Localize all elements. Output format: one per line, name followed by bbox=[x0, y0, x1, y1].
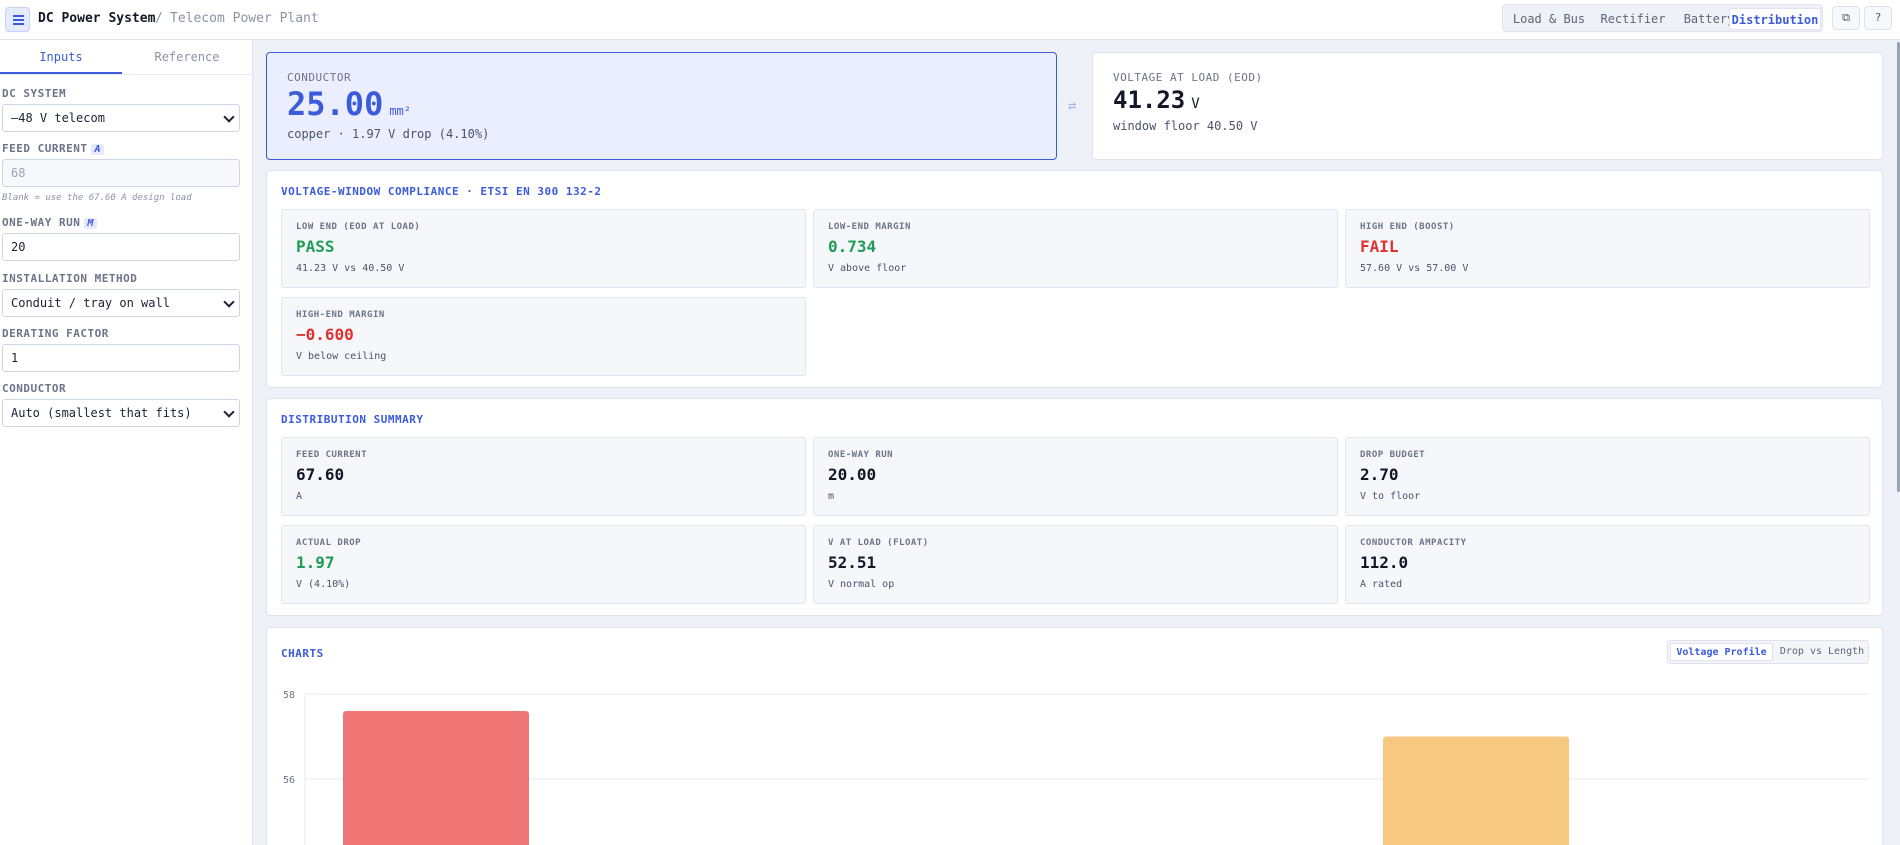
summary-tile: CONDUCTOR AMPACITY 112.0 A rated bbox=[1345, 525, 1870, 604]
sidebar-tab-inputs[interactable]: Inputs bbox=[0, 40, 122, 74]
one-way-run-input[interactable]: 20 bbox=[2, 233, 240, 261]
tile-label: ACTUAL DROP bbox=[296, 538, 362, 548]
conductor-value: Auto (smallest that fits) bbox=[11, 406, 192, 420]
tile-label: LOW END (EOD AT LOAD) bbox=[296, 222, 421, 232]
voltage-kpi-unit: V bbox=[1191, 96, 1200, 112]
voltage-kpi-label: VOLTAGE AT LOAD (EOD) bbox=[1113, 71, 1263, 84]
y-tick-label: 58 bbox=[283, 690, 295, 701]
summary-tile: ONE-WAY RUN 20.00 m bbox=[813, 437, 1338, 516]
charts-panel: CHARTS Voltage Profile Drop vs Length 58… bbox=[266, 627, 1883, 845]
installation-method-select[interactable]: Conduit / tray on wall bbox=[2, 289, 240, 317]
summary-tile: V AT LOAD (FLOAT) 52.51 V normal op bbox=[813, 525, 1338, 604]
help-icon[interactable]: ? bbox=[1864, 6, 1892, 30]
installation-method-value: Conduit / tray on wall bbox=[11, 296, 170, 310]
sidebar: Inputs Reference DC SYSTEM –48 V telecom… bbox=[0, 40, 253, 845]
tile-value: 52.51 bbox=[828, 553, 877, 572]
tile-label: HIGH END (BOOST) bbox=[1360, 222, 1455, 232]
one-way-run-label: ONE-WAY RUN M bbox=[2, 216, 97, 229]
tile-value: 0.734 bbox=[828, 237, 877, 256]
tile-value: 112.0 bbox=[1360, 553, 1409, 572]
conductor-kpi-label: CONDUCTOR bbox=[287, 71, 352, 84]
tab-load-bus[interactable]: Load & Bus bbox=[1509, 8, 1589, 30]
tile-sub: V (4.10%) bbox=[296, 579, 351, 590]
module-tabs: Load & Bus Rectifier Battery Distributio… bbox=[1502, 4, 1823, 32]
chart-bar bbox=[343, 711, 529, 845]
breadcrumb-separator: / bbox=[155, 11, 163, 26]
summary-title: DISTRIBUTION SUMMARY bbox=[281, 413, 424, 426]
derating-factor-input[interactable]: 1 bbox=[2, 344, 240, 372]
voltage-profile-chart: 58 56 bbox=[283, 690, 1869, 845]
chevron-down-icon bbox=[223, 111, 235, 123]
summary-panel: DISTRIBUTION SUMMARY FEED CURRENT 67.60 … bbox=[266, 398, 1883, 616]
summary-tile: FEED CURRENT 67.60 A bbox=[281, 437, 806, 516]
tile-label: V AT LOAD (FLOAT) bbox=[828, 538, 929, 548]
conductor-kpi-card: CONDUCTOR 25.00 mm² copper · 1.97 V drop … bbox=[266, 52, 1057, 160]
copy-icon[interactable]: ⧉ bbox=[1832, 6, 1860, 30]
sidebar-tab-divider bbox=[0, 74, 253, 75]
tile-label: LOW-END MARGIN bbox=[828, 222, 911, 232]
tile-value: 67.60 bbox=[296, 465, 345, 484]
compliance-tile: LOW END (EOD AT LOAD) PASS 41.23 V vs 40… bbox=[281, 209, 806, 288]
top-bar: DC Power System / Telecom Power Plant Lo… bbox=[0, 0, 1900, 40]
tile-label: ONE-WAY RUN bbox=[828, 450, 894, 460]
chart-bar bbox=[1383, 736, 1569, 845]
tile-value: FAIL bbox=[1360, 237, 1399, 256]
tile-label: FEED CURRENT bbox=[296, 450, 368, 460]
compliance-tile: HIGH-END MARGIN −0.600 V below ceiling bbox=[281, 297, 806, 376]
tile-value: 2.70 bbox=[1360, 465, 1399, 484]
swap-icon: ⇄ bbox=[1068, 98, 1077, 114]
compliance-tile: HIGH END (BOOST) FAIL 57.60 V vs 57.00 V bbox=[1345, 209, 1870, 288]
conductor-kpi-sub: copper · 1.97 V drop (4.10%) bbox=[287, 127, 490, 141]
sidebar-tab-reference[interactable]: Reference bbox=[126, 40, 248, 74]
tile-sub: 41.23 V vs 40.50 V bbox=[296, 263, 405, 274]
chevron-down-icon bbox=[223, 296, 235, 308]
tile-sub: V above floor bbox=[828, 263, 907, 274]
feed-current-hint: Blank = use the 67.60 A design load bbox=[2, 193, 192, 203]
tab-distribution[interactable]: Distribution bbox=[1729, 8, 1821, 30]
breadcrumb-subtitle: Telecom Power Plant bbox=[170, 11, 319, 26]
voltage-kpi-sub: window floor 40.50 V bbox=[1113, 119, 1258, 133]
dc-system-value: –48 V telecom bbox=[11, 111, 105, 125]
tile-value: 1.97 bbox=[296, 553, 335, 572]
compliance-tile: LOW-END MARGIN 0.734 V above floor bbox=[813, 209, 1338, 288]
conductor-kpi-value: 25.00 mm² bbox=[287, 85, 412, 123]
tile-label: CONDUCTOR AMPACITY bbox=[1360, 538, 1467, 548]
conductor-select[interactable]: Auto (smallest that fits) bbox=[2, 399, 240, 427]
summary-tile: DROP BUDGET 2.70 V to floor bbox=[1345, 437, 1870, 516]
feed-current-input[interactable]: 68 bbox=[2, 159, 240, 187]
compliance-title: VOLTAGE-WINDOW COMPLIANCE · ETSI EN 300 … bbox=[281, 185, 602, 198]
tile-sub: 57.60 V vs 57.00 V bbox=[1360, 263, 1469, 274]
tile-value: 20.00 bbox=[828, 465, 877, 484]
conductor-kpi-unit: mm² bbox=[389, 104, 412, 118]
voltage-kpi-card: VOLTAGE AT LOAD (EOD) 41.23 V window floo… bbox=[1092, 52, 1883, 160]
derating-factor-label: DERATING FACTOR bbox=[2, 327, 109, 340]
installation-method-label: INSTALLATION METHOD bbox=[2, 272, 138, 285]
feed-current-label: FEED CURRENT A bbox=[2, 142, 105, 155]
menu-icon[interactable] bbox=[5, 7, 30, 32]
tile-value: PASS bbox=[296, 237, 335, 256]
dc-system-select[interactable]: –48 V telecom bbox=[2, 104, 240, 132]
y-tick-label: 56 bbox=[283, 775, 295, 786]
tile-sub: A rated bbox=[1360, 579, 1403, 590]
tab-rectifier[interactable]: Rectifier bbox=[1595, 8, 1671, 30]
compliance-panel: VOLTAGE-WINDOW COMPLIANCE · ETSI EN 300 … bbox=[266, 170, 1883, 388]
tile-sub: m bbox=[828, 491, 835, 502]
tile-label: DROP BUDGET bbox=[1360, 450, 1426, 460]
conductor-label: CONDUCTOR bbox=[2, 382, 67, 395]
tile-sub: A bbox=[296, 491, 303, 502]
tile-label: HIGH-END MARGIN bbox=[296, 310, 385, 320]
chevron-down-icon bbox=[223, 406, 235, 418]
tile-sub: V to floor bbox=[1360, 491, 1421, 502]
app-title: DC Power System bbox=[38, 11, 156, 26]
dc-system-label: DC SYSTEM bbox=[2, 87, 67, 100]
summary-tile: ACTUAL DROP 1.97 V (4.10%) bbox=[281, 525, 806, 604]
voltage-kpi-value: 41.23 V bbox=[1113, 86, 1200, 114]
tile-sub: V below ceiling bbox=[296, 351, 387, 362]
tile-value: −0.600 bbox=[296, 325, 354, 344]
tile-sub: V normal op bbox=[828, 579, 895, 590]
feed-current-unit: A bbox=[91, 144, 105, 155]
one-way-run-unit: M bbox=[84, 218, 97, 229]
